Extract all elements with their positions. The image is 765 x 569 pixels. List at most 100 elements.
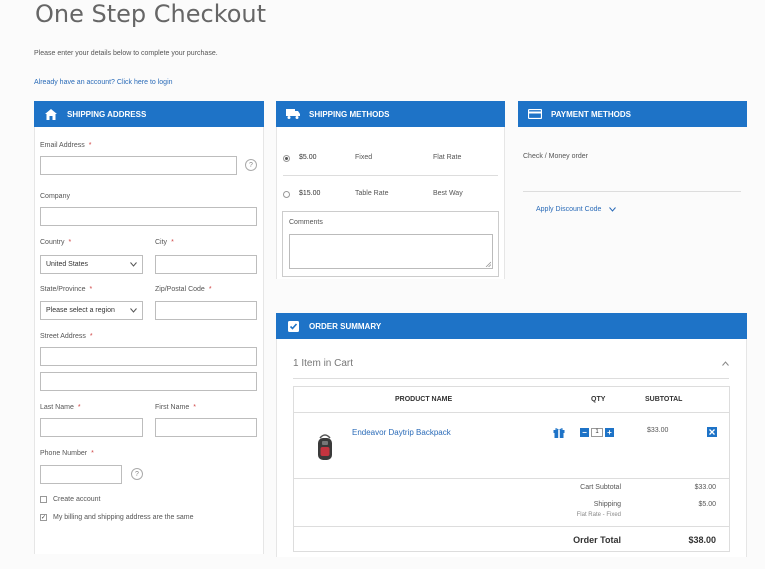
first-name-label-text: First Name bbox=[155, 404, 190, 411]
phone-label: Phone Number * bbox=[40, 450, 94, 457]
qty-input[interactable]: 1 bbox=[591, 428, 603, 437]
state-select[interactable]: Please select a region bbox=[40, 301, 143, 320]
zip-field[interactable] bbox=[155, 301, 257, 320]
required-mark: * bbox=[68, 239, 72, 246]
comments-label: Comments bbox=[289, 219, 323, 226]
required-mark: * bbox=[89, 286, 93, 293]
last-name-field[interactable] bbox=[40, 418, 143, 437]
cart-subtotal-label: Cart Subtotal bbox=[580, 484, 621, 491]
street-label-text: Street Address bbox=[40, 333, 86, 340]
shipping-price: $5.00 bbox=[299, 154, 317, 161]
apply-discount-label: Apply Discount Code bbox=[536, 206, 602, 213]
column-qty: QTY bbox=[591, 396, 606, 403]
phone-label-text: Phone Number bbox=[40, 450, 88, 457]
apply-discount-toggle[interactable]: Apply Discount Code bbox=[536, 206, 617, 213]
page-title: One Step Checkout bbox=[35, 0, 267, 28]
first-name-field[interactable] bbox=[155, 418, 257, 437]
shipping-radio[interactable] bbox=[283, 155, 290, 162]
comments-textarea[interactable] bbox=[289, 234, 493, 269]
shipping-method: Table Rate bbox=[355, 190, 389, 197]
home-icon bbox=[44, 108, 58, 120]
order-total-label: Order Total bbox=[573, 535, 621, 545]
shipping-option-flat-rate[interactable]: $5.00 Fixed Flat Rate bbox=[283, 154, 498, 166]
required-mark: * bbox=[88, 142, 92, 149]
create-account-checkbox[interactable] bbox=[40, 496, 47, 503]
email-field[interactable] bbox=[40, 156, 237, 175]
divider bbox=[283, 175, 498, 176]
checkbox-icon bbox=[286, 320, 300, 332]
shipping-radio[interactable] bbox=[283, 191, 290, 198]
state-label-text: State/Province bbox=[40, 286, 86, 293]
column-product-name: PRODUCT NAME bbox=[395, 396, 453, 403]
country-label: Country * bbox=[40, 239, 71, 246]
city-field[interactable] bbox=[155, 255, 257, 274]
chevron-up-icon bbox=[722, 361, 729, 366]
table-row: Endeavor Daytrip Backpack − 1 + $33.00 bbox=[294, 413, 729, 479]
shipping-address-title: SHIPPING ADDRESS bbox=[67, 109, 147, 119]
shipping-total-value: $5.00 bbox=[698, 501, 716, 508]
shipping-methods-header: SHIPPING METHODS bbox=[276, 101, 505, 127]
credit-card-icon bbox=[528, 108, 542, 120]
shipping-address-header: SHIPPING ADDRESS bbox=[34, 101, 264, 127]
shipping-price: $15.00 bbox=[299, 190, 321, 197]
create-account-label: Create account bbox=[53, 496, 101, 503]
help-icon[interactable]: ? bbox=[245, 159, 257, 171]
required-mark: * bbox=[89, 333, 93, 340]
required-mark: * bbox=[171, 239, 174, 246]
phone-field[interactable] bbox=[40, 465, 122, 484]
street-field-1[interactable] bbox=[40, 347, 257, 366]
payment-option-check[interactable]: Check / Money order bbox=[523, 153, 588, 160]
street-label: Street Address * bbox=[40, 333, 93, 340]
zip-label: Zip/Postal Code * bbox=[155, 286, 212, 293]
chevron-down-icon bbox=[609, 207, 617, 212]
shipping-carrier: Flat Rate bbox=[433, 154, 462, 161]
help-icon[interactable]: ? bbox=[131, 468, 143, 480]
divider bbox=[294, 526, 729, 527]
zip-label-text: Zip/Postal Code bbox=[155, 286, 205, 293]
qty-decrease-button[interactable]: − bbox=[580, 428, 589, 437]
cart-subtotal-value: $33.00 bbox=[694, 484, 716, 491]
country-label-text: Country bbox=[40, 239, 65, 246]
last-name-label-text: Last Name bbox=[40, 404, 74, 411]
order-total-value: $38.00 bbox=[688, 535, 716, 545]
shipping-total-label: Shipping bbox=[593, 501, 621, 508]
divider bbox=[523, 191, 741, 192]
divider bbox=[293, 378, 729, 379]
required-mark: * bbox=[193, 404, 196, 411]
required-mark: * bbox=[77, 404, 81, 411]
shipping-carrier: Best Way bbox=[433, 190, 463, 197]
comments-box: Comments bbox=[282, 211, 499, 277]
first-name-label: First Name * bbox=[155, 404, 196, 411]
gift-icon[interactable] bbox=[553, 427, 565, 440]
shipping-total-sub: Flat Rate - Fixed bbox=[576, 512, 621, 518]
shipping-method: Fixed bbox=[355, 154, 373, 161]
order-summary-header: ORDER SUMMARY bbox=[276, 313, 747, 339]
country-select[interactable]: United States bbox=[40, 255, 143, 274]
company-field[interactable] bbox=[40, 207, 257, 226]
truck-icon bbox=[286, 108, 300, 120]
company-label: Company bbox=[40, 193, 70, 200]
payment-methods-header: PAYMENT METHODS bbox=[518, 101, 747, 127]
email-label: Email Address * bbox=[40, 142, 91, 149]
same-address-checkbox[interactable]: ✓ bbox=[40, 514, 47, 521]
intro-text: Please enter your details below to compl… bbox=[34, 50, 218, 57]
same-address-label: My billing and shipping address are the … bbox=[53, 514, 194, 521]
qty-increase-button[interactable]: + bbox=[605, 428, 614, 437]
state-value: Please select a region bbox=[46, 307, 115, 314]
country-value: United States bbox=[46, 261, 89, 268]
product-name-link[interactable]: Endeavor Daytrip Backpack bbox=[352, 428, 451, 437]
create-account-row[interactable]: Create account bbox=[40, 496, 100, 503]
items-in-cart-toggle[interactable]: 1 Item in Cart bbox=[293, 358, 729, 372]
remove-icon[interactable] bbox=[707, 427, 717, 437]
column-subtotal: SUBTOTAL bbox=[645, 396, 683, 403]
shipping-option-table-rate[interactable]: $15.00 Table Rate Best Way bbox=[283, 190, 498, 202]
same-address-row[interactable]: ✓ My billing and shipping address are th… bbox=[40, 514, 193, 521]
payment-methods-title: PAYMENT METHODS bbox=[551, 109, 632, 119]
shipping-methods-title: SHIPPING METHODS bbox=[309, 109, 390, 119]
login-link[interactable]: Already have an account? Click here to l… bbox=[34, 79, 173, 86]
resize-handle-icon[interactable] bbox=[485, 261, 491, 267]
city-label-text: City bbox=[155, 239, 168, 246]
last-name-label: Last Name * bbox=[40, 404, 81, 411]
street-field-2[interactable] bbox=[40, 372, 257, 391]
city-label: City * bbox=[155, 239, 174, 246]
